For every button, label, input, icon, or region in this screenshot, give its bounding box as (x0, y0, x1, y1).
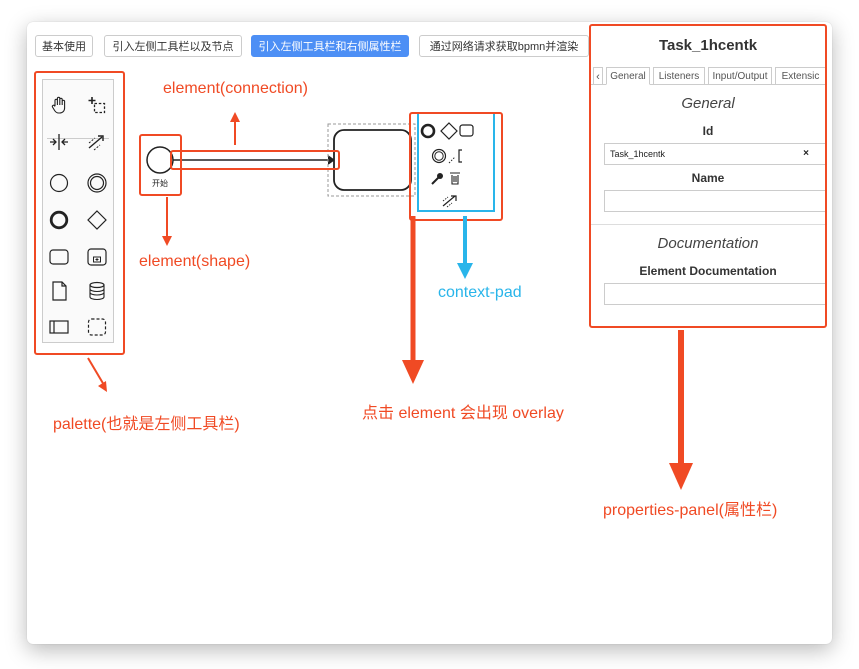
properties-panel-highlight (589, 24, 827, 328)
annotation-palette: palette(也就是左侧工具栏) (53, 416, 240, 433)
annotation-properties-panel: properties-panel(属性栏) (603, 502, 778, 519)
annotation-context-pad: context-pad (438, 284, 522, 301)
annotation-overlay: 点击 element 会出现 overlay (362, 405, 564, 422)
annotation-shape: element(shape) (139, 253, 251, 270)
annotation-connection: element(connection) (163, 80, 308, 97)
